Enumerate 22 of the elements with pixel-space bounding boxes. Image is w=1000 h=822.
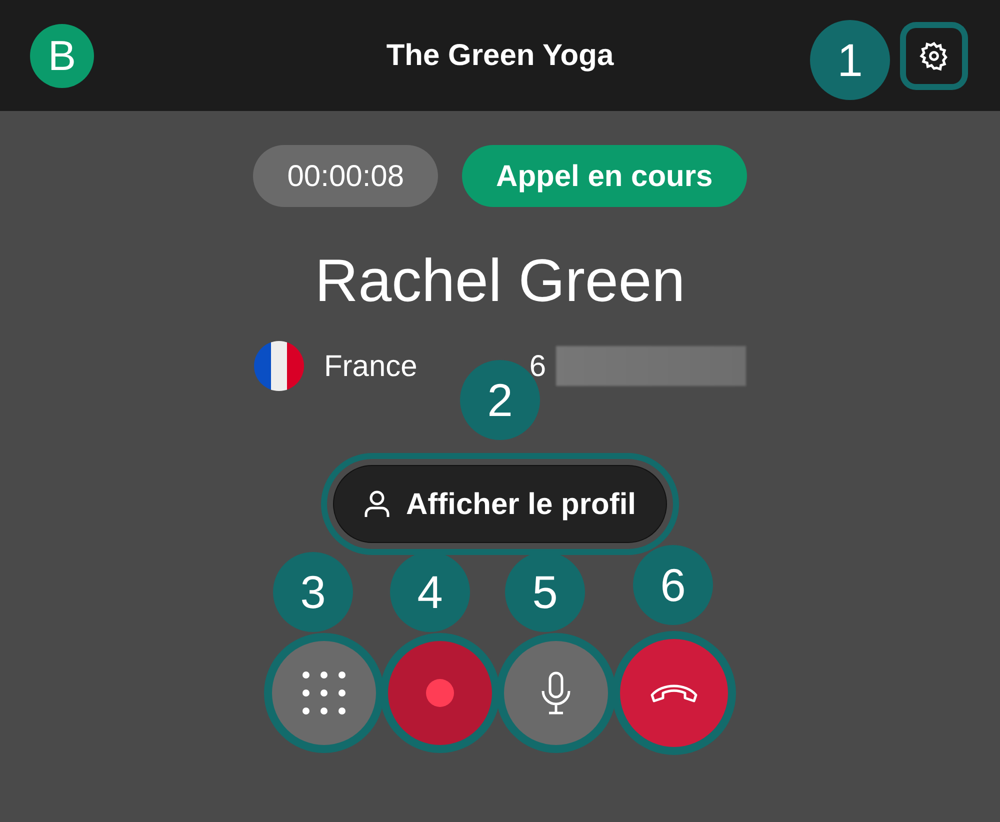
header-title: The Green Yoga xyxy=(386,38,614,74)
callout-number: 6 xyxy=(633,545,713,625)
keypad-icon xyxy=(301,670,347,716)
contact-name: Rachel Green xyxy=(314,251,686,311)
country-label: France xyxy=(324,348,418,384)
callout-number: 3 xyxy=(273,552,353,632)
settings-icon xyxy=(918,40,949,70)
keypad-button[interactable] xyxy=(272,641,376,745)
app-logo: B xyxy=(30,24,94,88)
microphone-button[interactable] xyxy=(504,641,608,745)
record-button[interactable] xyxy=(388,641,492,745)
call-timer: 00:00:08 xyxy=(253,145,438,207)
settings-button[interactable] xyxy=(906,28,962,84)
phone-number: 6 xyxy=(529,348,546,384)
callout-number: 4 xyxy=(390,552,470,632)
hang-up-button[interactable] xyxy=(620,639,728,747)
call-status-badge: Appel en cours xyxy=(462,145,747,207)
flag-icon xyxy=(254,341,304,391)
callout-number: 5 xyxy=(505,552,585,632)
record-icon xyxy=(426,679,454,707)
person-icon xyxy=(364,490,390,518)
microphone-icon xyxy=(540,671,572,715)
